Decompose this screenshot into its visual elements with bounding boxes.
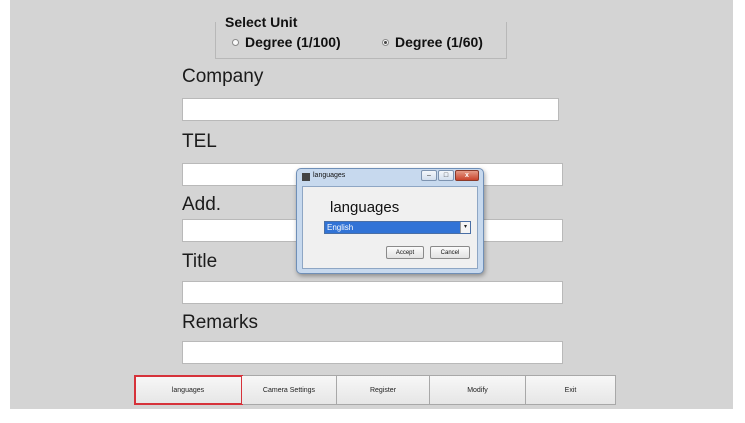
chevron-down-icon[interactable]: ▾	[460, 222, 470, 233]
dialog-body: languages English ▾ Accept Cancel	[302, 186, 478, 269]
company-field[interactable]	[182, 98, 559, 121]
select-unit-title: Select Unit	[224, 14, 299, 30]
window-controls: – □ x	[421, 170, 479, 181]
remarks-label: Remarks	[182, 312, 259, 333]
maximize-icon[interactable]: □	[438, 170, 454, 181]
company-label: Company	[182, 66, 264, 87]
radio-indicator-selected[interactable]	[382, 38, 389, 46]
languages-dialog: languages – □ x languages English ▾ Acce…	[296, 168, 484, 274]
main-window: Select Unit Degree (1/100) Degree (1/60)…	[10, 0, 733, 409]
radio-degree-100[interactable]: Degree (1/100)	[232, 34, 341, 50]
tel-label: TEL	[182, 131, 217, 152]
window-icon	[302, 173, 310, 181]
remarks-field[interactable]	[182, 341, 563, 364]
title-label: Title	[182, 251, 218, 272]
modify-button[interactable]: Modify	[430, 376, 526, 404]
close-icon[interactable]: x	[455, 170, 479, 181]
radio-label: Degree (1/100)	[245, 34, 341, 50]
address-label: Add.	[182, 194, 222, 215]
radio-indicator[interactable]	[232, 38, 239, 46]
camera-settings-button[interactable]: Camera Settings	[242, 376, 337, 404]
exit-button[interactable]: Exit	[526, 376, 615, 404]
language-select[interactable]: English ▾	[324, 221, 471, 234]
dialog-title: languages	[313, 172, 346, 179]
title-field[interactable]	[182, 281, 563, 304]
radio-label: Degree (1/60)	[395, 34, 483, 50]
accept-button[interactable]: Accept	[386, 246, 424, 259]
minimize-icon[interactable]: –	[421, 170, 437, 181]
register-button[interactable]: Register	[337, 376, 430, 404]
languages-button[interactable]: languages	[134, 375, 243, 405]
cancel-button[interactable]: Cancel	[430, 246, 470, 259]
dialog-heading: languages	[330, 199, 400, 216]
dialog-titlebar[interactable]: languages – □ x	[297, 169, 483, 185]
language-select-value: English	[327, 223, 354, 232]
bottom-button-bar: languages Camera Settings Register Modif…	[134, 375, 616, 405]
radio-degree-60[interactable]: Degree (1/60)	[382, 34, 483, 50]
